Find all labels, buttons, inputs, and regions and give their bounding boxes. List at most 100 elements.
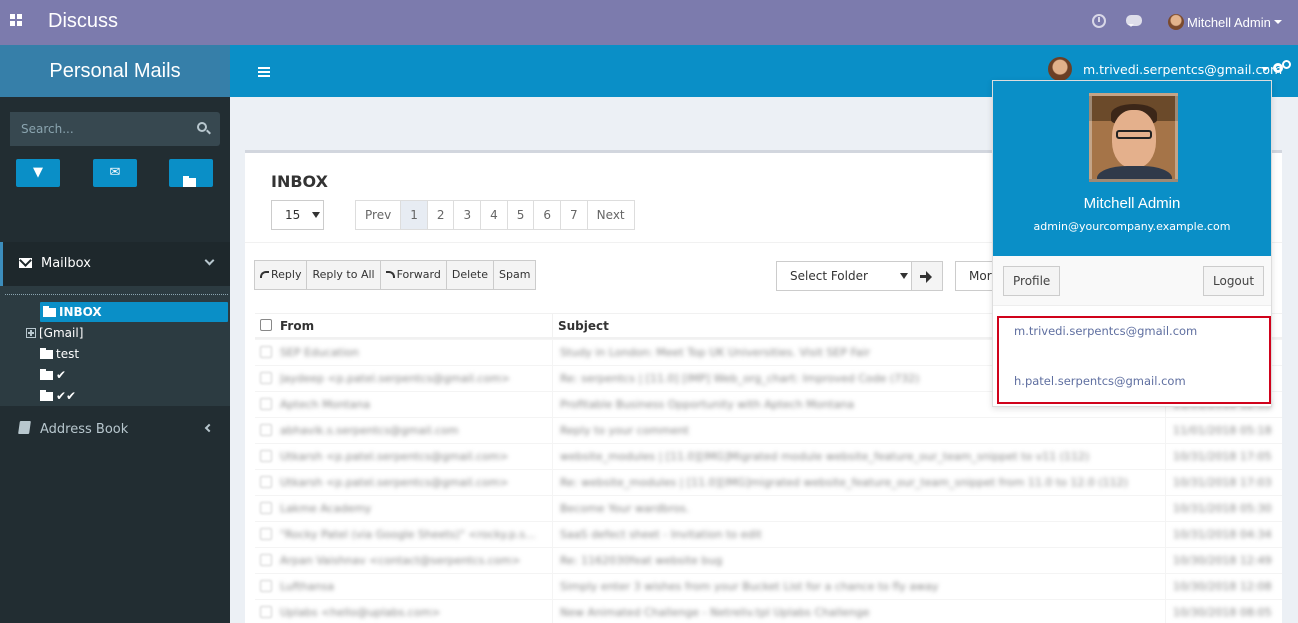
row-subject[interactable]: Re: website_modules | [11.0][IMG]migrate… xyxy=(560,476,1160,489)
row-date: 10/30/2018 12:08 xyxy=(1173,580,1272,593)
envelope-icon xyxy=(19,258,32,268)
row-checkbox[interactable] xyxy=(260,554,272,566)
page-button-1[interactable]: 1 xyxy=(400,200,428,230)
folder-label: [Gmail] xyxy=(39,326,84,340)
row-checkbox[interactable] xyxy=(260,398,272,410)
account-caret-icon[interactable] xyxy=(1261,67,1269,75)
row-date: 10/31/2018 17:03 xyxy=(1173,476,1272,489)
account-dropdown: Mitchell Admin admin@yourcompany.example… xyxy=(992,80,1272,407)
dropdown-user-name: Mitchell Admin xyxy=(1083,195,1181,212)
profile-button[interactable]: Profile xyxy=(1003,266,1061,296)
row-subject[interactable]: SaaS defect sheet - Invitation to edit xyxy=(560,528,1160,541)
account-avatar[interactable] xyxy=(1048,57,1072,81)
row-from: Utkarsh <p.patel.serpentcs@gmail.com> xyxy=(280,450,509,463)
dropdown-footer: Profile Logout xyxy=(993,256,1271,306)
row-from: Lufthansa xyxy=(280,580,335,593)
page-button-7[interactable]: 7 xyxy=(560,200,588,230)
apps-grid-icon[interactable] xyxy=(10,14,24,28)
filter-icon: ▼ xyxy=(33,165,43,180)
folder-gmail[interactable]: [Gmail] xyxy=(26,323,83,343)
user-avatar[interactable] xyxy=(1168,14,1184,30)
page-button-2[interactable]: 2 xyxy=(426,200,455,230)
column-header-subject: Subject xyxy=(558,319,609,333)
row-checkbox[interactable] xyxy=(260,346,272,358)
folder-test[interactable]: test xyxy=(40,344,79,364)
row-checkbox[interactable] xyxy=(260,580,272,592)
settings-cogs-icon[interactable] xyxy=(1273,60,1291,73)
row-subject[interactable]: website_modules | [11.0][IMG]Migrated mo… xyxy=(560,450,1160,463)
compose-button[interactable]: ✉ xyxy=(93,159,137,187)
row-checkbox[interactable] xyxy=(260,450,272,462)
table-row[interactable]: Lakme Academy Become Your wardbros. 10/31/… xyxy=(255,495,1282,522)
folder-label: INBOX xyxy=(59,305,102,319)
table-row[interactable]: Utkarsh <p.patel.serpentcs@gmail.com> Re:… xyxy=(255,469,1282,496)
user-menu-name[interactable]: Mitchell Admin xyxy=(1187,15,1271,30)
table-row[interactable]: abhavik.s.serpentcs@gmail.com Reply to yo… xyxy=(255,417,1282,444)
dropdown-user-header: Mitchell Admin admin@yourcompany.example… xyxy=(993,81,1271,256)
table-row[interactable]: Lufthansa Simply enter 3 wishes from your… xyxy=(255,573,1282,600)
column-header-from: From xyxy=(280,319,315,333)
app-title: Discuss xyxy=(48,10,119,32)
select-all-checkbox[interactable] xyxy=(260,319,272,331)
account-email[interactable]: m.trivedi.serpentcs@gmail.com xyxy=(1083,62,1282,77)
row-checkbox[interactable] xyxy=(260,606,272,618)
row-subject[interactable]: New Animated Challenge - Netreliv.tpl Up… xyxy=(560,606,1160,619)
table-row[interactable]: Arpan Vaishnav <contact@serpentcs.com> Re… xyxy=(255,547,1282,574)
folder-icon xyxy=(169,159,213,197)
page-button-5[interactable]: 5 xyxy=(506,200,535,230)
folder-double-check[interactable]: ✔✔ xyxy=(40,386,76,406)
folder-icon xyxy=(40,390,53,401)
search-input[interactable] xyxy=(10,112,186,146)
page-size-select[interactable]: 15 xyxy=(271,200,324,230)
sidebar-item-label: Mailbox xyxy=(41,256,91,271)
table-row[interactable]: Uplabs <hello@uplabs.com> New Animated Ch… xyxy=(255,599,1282,623)
hamburger-menu-icon[interactable] xyxy=(258,67,270,77)
folder-button[interactable] xyxy=(169,159,213,187)
row-from: "Rocky Patel (via Google Sheets)" <rocky… xyxy=(280,528,536,541)
row-checkbox[interactable] xyxy=(260,502,272,514)
page-button-4[interactable]: 4 xyxy=(480,200,508,230)
sidebar-item-address-book[interactable]: Address Book xyxy=(0,406,230,450)
folder-check[interactable]: ✔ xyxy=(40,365,66,385)
forward-button[interactable]: Forward xyxy=(379,260,447,290)
row-subject[interactable]: Simply enter 3 wishes from your Bucket L… xyxy=(560,580,1160,593)
search-button[interactable] xyxy=(186,112,220,146)
page-button-3[interactable]: 3 xyxy=(453,200,482,230)
filter-button[interactable]: ▼ xyxy=(16,159,60,187)
table-row[interactable]: "Rocky Patel (via Google Sheets)" <rocky… xyxy=(255,521,1282,548)
user-menu-caret-icon[interactable] xyxy=(1274,20,1282,28)
account-item[interactable]: h.patel.serpentcs@gmail.com xyxy=(1014,374,1186,388)
table-row[interactable]: Utkarsh <p.patel.serpentcs@gmail.com> web… xyxy=(255,443,1282,470)
book-icon xyxy=(18,421,31,434)
delete-button[interactable]: Delete xyxy=(445,260,495,290)
row-checkbox[interactable] xyxy=(260,528,272,540)
account-item[interactable]: m.trivedi.serpentcs@gmail.com xyxy=(1014,324,1197,338)
expand-plus-icon[interactable] xyxy=(26,328,36,338)
folder-inbox[interactable]: INBOX xyxy=(40,302,228,322)
folder-label: ✔✔ xyxy=(56,389,77,403)
activity-clock-icon[interactable] xyxy=(1092,14,1106,28)
reply-button[interactable]: Reply xyxy=(254,260,308,290)
reply-all-button[interactable]: Reply to All xyxy=(306,260,381,290)
move-to-folder-select[interactable]: Select Folder xyxy=(776,261,912,291)
spam-button[interactable]: Spam xyxy=(493,260,537,290)
row-from: SEP Education xyxy=(280,346,359,359)
logout-button[interactable]: Logout xyxy=(1203,266,1265,296)
sidebar-item-mailbox[interactable]: Mailbox xyxy=(0,242,230,286)
move-arrow-button[interactable] xyxy=(911,261,943,291)
row-checkbox[interactable] xyxy=(260,424,272,436)
folder-icon xyxy=(40,348,53,359)
row-from: Aptech Montana xyxy=(280,398,371,411)
row-subject[interactable]: Re: 1162030feat website bug xyxy=(560,554,1160,567)
chevron-left-icon xyxy=(204,423,214,433)
row-subject[interactable]: Reply to your comment xyxy=(560,424,1160,437)
row-checkbox[interactable] xyxy=(260,372,272,384)
prev-page-button[interactable]: Prev xyxy=(355,200,402,230)
row-subject[interactable]: Become Your wardbros. xyxy=(560,502,1160,515)
next-page-button[interactable]: Next xyxy=(586,200,635,230)
row-checkbox[interactable] xyxy=(260,476,272,488)
row-from: Utkarsh <p.patel.serpentcs@gmail.com> xyxy=(280,476,509,489)
messages-chat-icon[interactable] xyxy=(1126,15,1142,27)
page-button-6[interactable]: 6 xyxy=(533,200,562,230)
user-profile-photo xyxy=(1089,93,1178,182)
